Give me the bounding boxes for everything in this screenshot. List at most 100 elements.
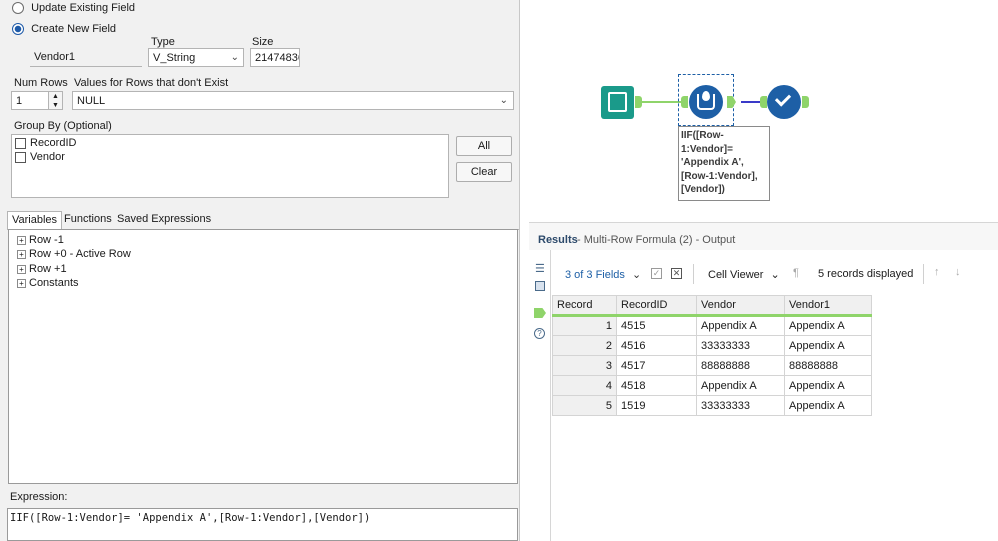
record-number-cell: 3 [552,355,617,376]
table-row[interactable]: 2 4516 33333333 Appendix A [552,335,872,356]
connection-line [639,101,681,103]
values-missing-label: Values for Rows that don't Exist [74,77,229,89]
size-label: Size [252,36,274,48]
update-existing-option[interactable]: Update Existing Field [12,1,135,15]
record-number-cell: 1 [552,315,617,336]
create-new-label: Create New Field [31,23,117,35]
table-row[interactable]: 4 4518 Appendix A Appendix A [552,375,872,396]
record-number-cell: 5 [552,395,617,416]
tab-variables[interactable]: Variables [7,211,63,229]
table-row[interactable]: 1 4515 Appendix A Appendix A [552,315,872,336]
update-existing-radio[interactable] [12,2,24,15]
vendor1-cell[interactable]: Appendix A [784,315,872,336]
check-icon[interactable]: ✓ [651,268,662,279]
table-row[interactable]: 5 1519 33333333 Appendix A [552,395,872,416]
table-icon[interactable] [535,281,545,291]
type-label: Type [151,36,175,48]
input-anchor[interactable] [681,96,688,108]
vendor-cell[interactable]: 33333333 [696,335,785,356]
new-field-name-input[interactable]: Vendor1 [30,48,142,67]
fields-selector-label: 3 of 3 Fields [565,269,625,281]
tree-item-constants[interactable]: + Constants [17,276,79,290]
fields-selector[interactable]: 3 of 3 Fields ⌄ [565,268,641,281]
input-anchor[interactable] [760,96,767,108]
output-anchor[interactable] [802,96,809,108]
vendor-cell[interactable]: 33333333 [696,395,785,416]
values-missing-select[interactable]: NULL ⌄ [72,91,514,110]
group-by-item-vendor[interactable]: Vendor [15,150,65,164]
tree-item-row-minus-1[interactable]: + Row -1 [17,233,64,247]
toolbar-divider [923,264,924,284]
list-icon[interactable]: ☰ [535,262,545,275]
all-button[interactable]: All [456,136,512,156]
cell-viewer-dropdown[interactable]: Cell Viewer ⌄ [708,268,780,281]
tree-item-label: Row +1 [29,263,67,275]
expand-icon[interactable]: + [17,264,26,274]
arrow-down-icon[interactable]: ↓ [955,266,961,278]
vendor1-cell[interactable]: 88888888 [784,355,872,376]
type-select[interactable]: V_String ⌄ [148,48,244,67]
column-header-vendor[interactable]: Vendor [696,295,785,317]
num-rows-stepper[interactable]: 1 ▲ ▼ [11,91,63,110]
output-anchor[interactable] [635,96,642,108]
group-by-list: RecordID Vendor [11,134,449,198]
book-icon [608,92,627,112]
chevron-down-icon: ⌄ [770,269,780,281]
create-new-option[interactable]: Create New Field [12,22,116,36]
checkbox[interactable] [15,137,26,149]
help-icon[interactable]: ? [534,328,545,339]
browse-tool[interactable] [767,85,801,119]
arrow-down-icon[interactable]: ▼ [52,99,59,109]
size-input[interactable]: 2147483647 [250,48,300,67]
tool-annotation[interactable]: IIF([Row- 1:Vendor]= 'Appendix A', [Row-… [678,126,770,201]
tree-item-row-plus-1[interactable]: + Row +1 [17,262,67,276]
expand-icon[interactable]: + [17,278,26,288]
tab-functions[interactable]: Functions [60,211,116,229]
table-row[interactable]: 3 4517 88888888 88888888 [552,355,872,376]
column-header-vendor1[interactable]: Vendor1 [784,295,872,317]
multi-row-formula-tool[interactable] [689,85,723,119]
recordid-cell[interactable]: 4515 [616,315,697,336]
output-anchor[interactable] [727,96,736,108]
configuration-panel: Update Existing Field Create New Field T… [0,0,520,541]
recordid-cell[interactable]: 4517 [616,355,697,376]
vendor1-cell[interactable]: Appendix A [784,375,872,396]
checkbox[interactable] [15,151,26,163]
expression-editor[interactable]: IIF([Row-1:Vendor]= 'Appendix A',[Row-1:… [7,508,518,541]
expand-icon[interactable]: + [17,249,26,259]
input-data-tool[interactable] [601,86,634,119]
arrow-up-icon[interactable]: ↑ [934,266,940,278]
tree-item-label: Row -1 [29,234,64,246]
group-by-item-label: RecordID [30,137,77,149]
vendor-cell[interactable]: 88888888 [696,355,785,376]
record-number-cell: 4 [552,375,617,396]
chevron-down-icon: ⌄ [230,52,239,63]
close-box-icon[interactable]: ✕ [671,268,682,279]
tab-saved-expressions[interactable]: Saved Expressions [113,211,215,229]
create-new-radio[interactable] [12,23,24,36]
column-header-recordid[interactable]: RecordID [616,295,697,317]
recordid-cell[interactable]: 4516 [616,335,697,356]
group-by-item-recordid[interactable]: RecordID [15,136,76,150]
vendor-cell[interactable]: Appendix A [696,315,785,336]
recordid-cell[interactable]: 1519 [616,395,697,416]
pilcrow-icon[interactable]: ¶ [793,267,799,279]
tree-item-row-active[interactable]: + Row +0 - Active Row [17,247,131,261]
chevron-down-icon: ⌄ [499,95,508,106]
clear-button[interactable]: Clear [456,162,512,182]
records-displayed-count: 5 records displayed [818,268,914,280]
vendor1-cell[interactable]: Appendix A [784,335,872,356]
output-anchor-icon[interactable] [534,308,546,318]
vendor1-cell[interactable]: Appendix A [784,395,872,416]
stepper-arrows[interactable]: ▲ ▼ [48,92,62,109]
workflow-canvas[interactable]: IIF([Row- 1:Vendor]= 'Appendix A', [Row-… [529,0,998,222]
column-header-record[interactable]: Record [552,295,617,317]
values-missing-value: NULL [77,95,106,107]
expand-icon[interactable]: + [17,235,26,245]
vendor-cell[interactable]: Appendix A [696,375,785,396]
results-title: Results [538,234,578,246]
results-subtitle: - Multi-Row Formula (2) - Output [577,234,736,246]
drop-icon [702,91,710,101]
annotation-line: [Vendor]) [681,184,725,195]
recordid-cell[interactable]: 4518 [616,375,697,396]
